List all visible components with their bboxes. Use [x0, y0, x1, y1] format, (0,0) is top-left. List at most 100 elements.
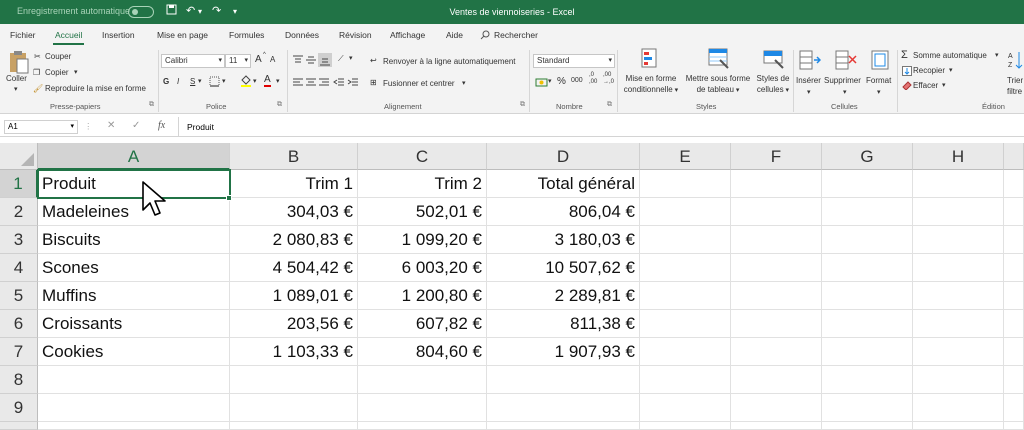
number-format-box[interactable]: Standard ▾	[533, 54, 615, 68]
cell-f5[interactable]	[731, 282, 822, 310]
font-size-box[interactable]: 11 ▾	[225, 54, 251, 68]
tab-revision[interactable]: Révision	[339, 30, 372, 40]
cell-styles-icon[interactable]	[763, 48, 785, 72]
accounting-dropdown-icon[interactable]: ▾	[548, 77, 552, 85]
fill-handle[interactable]	[226, 195, 232, 201]
cell-f1[interactable]	[731, 170, 822, 198]
grow-font-button[interactable]: A	[255, 54, 262, 65]
format-as-table-button[interactable]: Mettre sous forme de tableau ▾	[683, 73, 753, 96]
increase-indent-icon[interactable]	[347, 77, 359, 90]
row-header-4[interactable]: 4	[0, 254, 38, 282]
cell-g3[interactable]	[822, 226, 913, 254]
cell-d7[interactable]: 1 907,93 €	[487, 338, 640, 366]
cell-h8[interactable]	[913, 366, 1004, 394]
cell-e2[interactable]	[640, 198, 731, 226]
cell-e10[interactable]	[640, 422, 731, 430]
cell-d3[interactable]: 3 180,03 €	[487, 226, 640, 254]
cell-a9[interactable]	[38, 394, 230, 422]
column-header-b[interactable]: B	[230, 143, 358, 170]
cell-b7[interactable]: 1 103,33 €	[230, 338, 358, 366]
autosum-button[interactable]: Somme automatique	[913, 51, 987, 60]
cell-x5[interactable]	[1004, 282, 1024, 310]
cell-h3[interactable]	[913, 226, 1004, 254]
cell-f3[interactable]	[731, 226, 822, 254]
format-painter-icon[interactable]: 🖌	[33, 84, 43, 93]
cell-c2[interactable]: 502,01 €	[358, 198, 487, 226]
column-header-h[interactable]: H	[913, 143, 1004, 170]
cell-a6[interactable]: Croissants	[38, 310, 230, 338]
conditional-formatting-icon[interactable]	[641, 48, 661, 72]
number-launcher-icon[interactable]: ⧉	[607, 101, 612, 109]
column-header-a[interactable]: A	[38, 143, 230, 170]
conditional-formatting-button[interactable]: Mise en forme conditionnelle ▾	[621, 73, 681, 96]
font-color-button[interactable]: A	[264, 75, 271, 87]
cell-c4[interactable]: 6 003,20 €	[358, 254, 487, 282]
cell-e9[interactable]	[640, 394, 731, 422]
cell-h4[interactable]	[913, 254, 1004, 282]
merge-center-dropdown-icon[interactable]: ▾	[462, 79, 466, 87]
confirm-entry-icon[interactable]: ✓	[132, 120, 140, 131]
format-dropdown-icon[interactable]: ▾	[877, 88, 881, 96]
select-all-button[interactable]	[0, 143, 38, 170]
tab-aide[interactable]: Aide	[446, 30, 463, 40]
search-label[interactable]: Rechercher	[494, 30, 538, 40]
cell-a3[interactable]: Biscuits	[38, 226, 230, 254]
cell-styles-button[interactable]: Styles de cellules ▾	[754, 73, 792, 96]
search-icon[interactable]	[480, 30, 490, 42]
tab-insertion[interactable]: Insertion	[102, 30, 135, 40]
cell-a8[interactable]	[38, 366, 230, 394]
underline-dropdown-icon[interactable]: ▾	[198, 77, 202, 85]
paste-icon[interactable]	[9, 50, 29, 76]
format-painter-button[interactable]: Reproduire la mise en forme	[45, 84, 146, 93]
cell-x4[interactable]	[1004, 254, 1024, 282]
paste-dropdown-icon[interactable]: ▾	[14, 85, 18, 93]
cell-c6[interactable]: 607,82 €	[358, 310, 487, 338]
column-header-d[interactable]: D	[487, 143, 640, 170]
fill-dropdown-icon[interactable]: ▾	[949, 66, 953, 74]
cell-f8[interactable]	[731, 366, 822, 394]
cell-x9[interactable]	[1004, 394, 1024, 422]
cell-d9[interactable]	[487, 394, 640, 422]
delete-cells-icon[interactable]	[835, 49, 857, 73]
cell-x1[interactable]	[1004, 170, 1024, 198]
decrease-indent-icon[interactable]	[333, 77, 345, 90]
cell-a7[interactable]: Cookies	[38, 338, 230, 366]
cell-e6[interactable]	[640, 310, 731, 338]
cell-x7[interactable]	[1004, 338, 1024, 366]
row-header-2[interactable]: 2	[0, 198, 38, 226]
cell-g8[interactable]	[822, 366, 913, 394]
cut-icon[interactable]: ✂	[34, 52, 41, 61]
borders-dropdown-icon[interactable]: ▾	[222, 77, 226, 85]
autosum-icon[interactable]: Σ	[901, 49, 908, 61]
align-bottom-icon[interactable]	[318, 53, 332, 67]
cell-c10[interactable]	[358, 422, 487, 430]
cell-g7[interactable]	[822, 338, 913, 366]
cell-e3[interactable]	[640, 226, 731, 254]
cell-f7[interactable]	[731, 338, 822, 366]
italic-button[interactable]: I	[177, 77, 179, 86]
cancel-entry-icon[interactable]: ✕	[107, 120, 115, 131]
cell-c8[interactable]	[358, 366, 487, 394]
underline-button[interactable]: S	[190, 77, 195, 86]
cell-g9[interactable]	[822, 394, 913, 422]
font-color-dropdown-icon[interactable]: ▾	[276, 77, 280, 85]
format-cells-icon[interactable]	[870, 49, 892, 73]
cell-h9[interactable]	[913, 394, 1004, 422]
cell-f4[interactable]	[731, 254, 822, 282]
thousands-separator-button[interactable]: 000	[571, 77, 583, 84]
sort-filter-icon[interactable]: AZ	[1008, 50, 1024, 74]
insert-cells-icon[interactable]	[799, 49, 822, 73]
cell-e7[interactable]	[640, 338, 731, 366]
merge-center-icon[interactable]: ⊞	[370, 78, 377, 87]
cell-d4[interactable]: 10 507,62 €	[487, 254, 640, 282]
cell-x3[interactable]	[1004, 226, 1024, 254]
font-size-dropdown-icon[interactable]: ▾	[244, 56, 248, 64]
cell-a1[interactable]: Produit	[38, 170, 230, 198]
fill-icon[interactable]	[902, 66, 912, 78]
cell-d1[interactable]: Total général	[487, 170, 640, 198]
cell-b3[interactable]: 2 080,83 €	[230, 226, 358, 254]
cell-g6[interactable]	[822, 310, 913, 338]
bold-button[interactable]: G	[163, 77, 169, 86]
cell-d8[interactable]	[487, 366, 640, 394]
column-header-g[interactable]: G	[822, 143, 913, 170]
